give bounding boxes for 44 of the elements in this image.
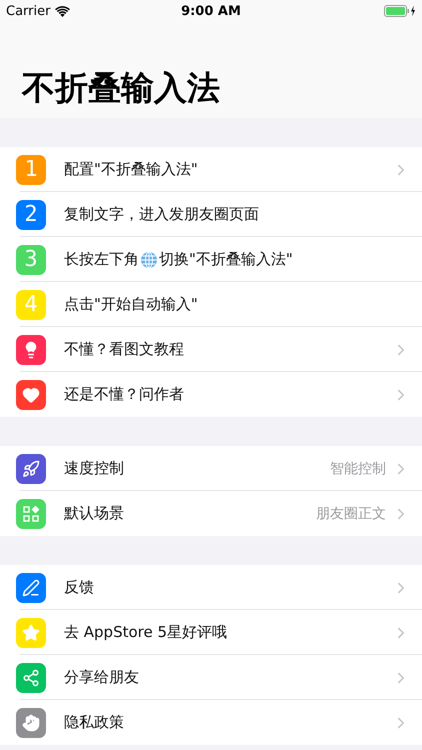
row-label: 长按左下角	[64, 250, 139, 269]
star-icon	[22, 624, 40, 642]
step-number: 3	[24, 248, 38, 270]
battery-charging-icon	[384, 5, 416, 17]
menu-row[interactable]: 隐私政策	[0, 700, 422, 745]
row-label: 隐私政策	[64, 713, 124, 732]
heart-icon	[22, 386, 40, 404]
row-value: 智能控制	[330, 460, 386, 478]
row-label: 配置"不折叠输入法"	[64, 160, 198, 179]
row-value: 朋友圈正文	[316, 504, 386, 522]
menu-row[interactable]: 分享给朋友	[0, 655, 422, 700]
menu-row[interactable]: 2 复制文字，进入发朋友圈页面	[0, 192, 422, 237]
pen-icon	[22, 578, 40, 596]
row-label: 默认场景	[64, 504, 124, 523]
wifi-icon	[55, 6, 70, 16]
menu-row[interactable]: 不懂？看图文教程	[0, 327, 422, 372]
menu-row[interactable]: 还是不懂？问作者	[0, 372, 422, 417]
share-icon	[22, 668, 40, 686]
menu-row[interactable]: 速度控制 智能控制	[0, 446, 422, 491]
hand-icon	[22, 714, 40, 732]
row-label: 不懂？看图文教程	[64, 340, 184, 359]
row-label: 反馈	[64, 578, 94, 597]
globe-icon	[140, 250, 158, 268]
row-label: 去 AppStore 5星好评哦	[64, 623, 228, 642]
page-title: 不折叠输入法	[20, 67, 221, 109]
step-number: 1	[24, 158, 38, 180]
menu-row[interactable]: 默认场景 朋友圈正文	[0, 491, 422, 536]
apps-icon	[23, 506, 39, 522]
menu-row[interactable]: 3 长按左下角 切换"不折叠输入法"	[0, 237, 422, 282]
step-number: 4	[24, 294, 38, 316]
clock-time: 9:00 AM	[181, 4, 241, 18]
menu-row[interactable]: 4 点击"开始自动输入"	[0, 282, 422, 327]
menu-row[interactable]: 去 AppStore 5星好评哦	[0, 610, 422, 655]
rocket-icon	[22, 460, 40, 478]
row-label: 分享给朋友	[64, 668, 139, 687]
row-label: 还是不懂？问作者	[64, 385, 184, 404]
carrier-label: Carrier	[6, 4, 50, 18]
row-label: 点击"开始自动输入"	[64, 295, 198, 314]
row-label: 速度控制	[64, 459, 124, 478]
row-label: 切换"不折叠输入法"	[159, 250, 293, 269]
menu-row[interactable]: 反馈	[0, 565, 422, 610]
menu-row[interactable]: 1 配置"不折叠输入法"	[0, 147, 422, 192]
step-number: 2	[24, 204, 38, 226]
row-label: 复制文字，进入发朋友圈页面	[64, 205, 259, 224]
